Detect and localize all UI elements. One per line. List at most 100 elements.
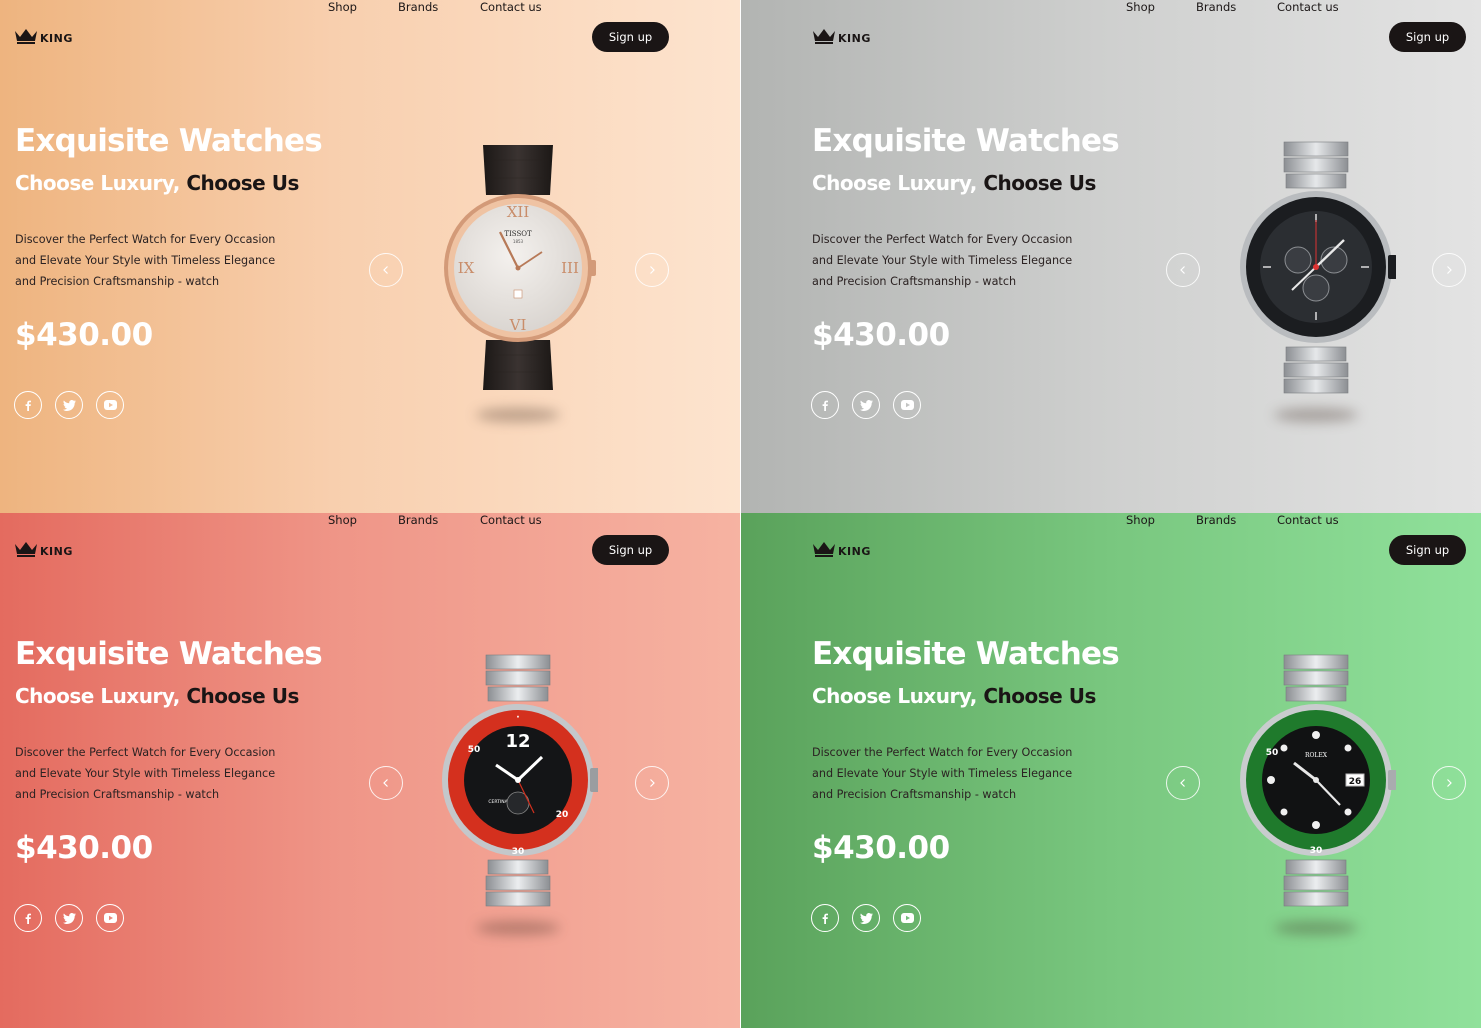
svg-text:IX: IX <box>458 259 475 277</box>
signup-button[interactable]: Sign up <box>592 535 669 565</box>
hero-subtitle: Choose Luxury, Choose Us <box>812 684 1096 708</box>
logo-text: KING <box>838 545 871 558</box>
nav-shop-link[interactable]: Shop <box>1126 513 1155 527</box>
crown-icon <box>813 542 835 557</box>
facebook-icon[interactable] <box>811 391 839 419</box>
nav-contact-link[interactable]: Contact us <box>1277 513 1339 527</box>
prev-slide-button[interactable] <box>1166 766 1200 800</box>
youtube-icon[interactable] <box>96 391 124 419</box>
chevron-left-icon <box>383 266 388 274</box>
desc-line: and Elevate Your Style with Timeless Ele… <box>812 254 1073 268</box>
nav-shop-link[interactable]: Shop <box>328 0 357 14</box>
chevron-right-icon <box>650 779 655 787</box>
watch-shadow <box>1274 408 1358 422</box>
hero-panel-gray: KING Shop Brands Contact us Sign up Exqu… <box>741 0 1481 513</box>
svg-text:50: 50 <box>468 745 481 755</box>
signup-button[interactable]: Sign up <box>1389 22 1466 52</box>
social-links <box>14 904 124 932</box>
price: $430.00 <box>15 317 153 353</box>
svg-text:III: III <box>561 259 579 277</box>
hero-subtitle: Choose Luxury, Choose Us <box>15 684 299 708</box>
rolex-watch-image: 26 ROLEX 50 30 <box>1240 654 1396 907</box>
desc-line: and Precision Craftsmanship - watch <box>812 788 1017 802</box>
svg-text:30: 30 <box>1310 846 1323 856</box>
svg-text:·: · <box>516 713 519 723</box>
youtube-icon[interactable] <box>893 904 921 932</box>
crown-icon <box>15 29 37 44</box>
hero-title: Exquisite Watches <box>15 123 323 159</box>
watch-brand-text: ROLEX <box>1305 752 1328 759</box>
watch-year-text: 1853 <box>513 239 524 244</box>
chevron-left-icon <box>1180 266 1185 274</box>
nav-brands-link[interactable]: Brands <box>398 0 438 14</box>
svg-text:50: 50 <box>1266 748 1279 758</box>
prev-slide-button[interactable] <box>369 253 403 287</box>
chevron-right-icon <box>650 266 655 274</box>
prev-slide-button[interactable] <box>1166 253 1200 287</box>
nav-shop-link[interactable]: Shop <box>1126 0 1155 14</box>
desc-line: and Precision Craftsmanship - watch <box>15 275 220 289</box>
twitter-icon[interactable] <box>852 904 880 932</box>
chevron-left-icon <box>383 779 388 787</box>
subtitle-part-b: Choose Us <box>983 171 1096 195</box>
facebook-icon[interactable] <box>14 391 42 419</box>
desc-line: and Elevate Your Style with Timeless Ele… <box>15 254 276 268</box>
nav-brands-link[interactable]: Brands <box>398 513 438 527</box>
chevron-right-icon <box>1447 266 1452 274</box>
social-links <box>811 391 921 419</box>
logo[interactable]: KING <box>812 541 871 557</box>
next-slide-button[interactable] <box>1432 253 1466 287</box>
hero-description: Discover the Perfect Watch for Every Occ… <box>15 742 315 806</box>
svg-text:12: 12 <box>505 731 530 752</box>
subtitle-part-b: Choose Us <box>186 684 299 708</box>
hero-subtitle: Choose Luxury, Choose Us <box>812 171 1096 195</box>
desc-line: and Elevate Your Style with Timeless Ele… <box>15 767 276 781</box>
nav-brands-link[interactable]: Brands <box>1196 513 1236 527</box>
twitter-icon[interactable] <box>852 391 880 419</box>
tissot-watch-image: XII VI IX III TISSOT 1853 <box>444 145 596 390</box>
hero-title: Exquisite Watches <box>812 636 1120 672</box>
svg-text:30: 30 <box>512 847 525 857</box>
logo-text: KING <box>40 545 73 558</box>
facebook-icon[interactable] <box>14 904 42 932</box>
twitter-icon[interactable] <box>55 391 83 419</box>
nav-shop-link[interactable]: Shop <box>328 513 357 527</box>
nav-brands-link[interactable]: Brands <box>1196 0 1236 14</box>
desc-line: and Precision Craftsmanship - watch <box>812 275 1017 289</box>
hero-subtitle: Choose Luxury, Choose Us <box>15 171 299 195</box>
logo[interactable]: KING <box>14 541 73 557</box>
logo[interactable]: KING <box>812 28 871 44</box>
subtitle-part-a: Choose Luxury, <box>812 684 977 708</box>
next-slide-button[interactable] <box>1432 766 1466 800</box>
next-slide-button[interactable] <box>635 253 669 287</box>
signup-button[interactable]: Sign up <box>592 22 669 52</box>
desc-line: Discover the Perfect Watch for Every Occ… <box>812 233 1073 246</box>
subtitle-part-a: Choose Luxury, <box>812 171 977 195</box>
youtube-icon[interactable] <box>893 391 921 419</box>
hero-description: Discover the Perfect Watch for Every Occ… <box>812 742 1112 806</box>
signup-button[interactable]: Sign up <box>1389 535 1466 565</box>
hero-title: Exquisite Watches <box>812 123 1120 159</box>
watch-brand-text: CERTINA <box>488 799 508 805</box>
watch-shadow <box>476 921 560 935</box>
youtube-icon[interactable] <box>96 904 124 932</box>
next-slide-button[interactable] <box>635 766 669 800</box>
desc-line: and Precision Craftsmanship - watch <box>15 788 220 802</box>
svg-text:VI: VI <box>509 316 527 334</box>
hero-panel-coral: KING Shop Brands Contact us Sign up Exqu… <box>0 513 740 1028</box>
hero-description: Discover the Perfect Watch for Every Occ… <box>15 229 315 293</box>
chronograph-watch-image <box>1240 141 1396 394</box>
nav-contact-link[interactable]: Contact us <box>480 513 542 527</box>
prev-slide-button[interactable] <box>369 766 403 800</box>
facebook-icon[interactable] <box>811 904 839 932</box>
crown-icon <box>813 29 835 44</box>
logo[interactable]: KING <box>14 28 73 44</box>
twitter-icon[interactable] <box>55 904 83 932</box>
price: $430.00 <box>812 317 950 353</box>
svg-text:20: 20 <box>556 810 569 820</box>
nav-contact-link[interactable]: Contact us <box>1277 0 1339 14</box>
hero-panel-peach: KING Shop Brands Contact us Sign up Exqu… <box>0 0 740 513</box>
price: $430.00 <box>812 830 950 866</box>
nav-contact-link[interactable]: Contact us <box>480 0 542 14</box>
subtitle-part-b: Choose Us <box>186 171 299 195</box>
